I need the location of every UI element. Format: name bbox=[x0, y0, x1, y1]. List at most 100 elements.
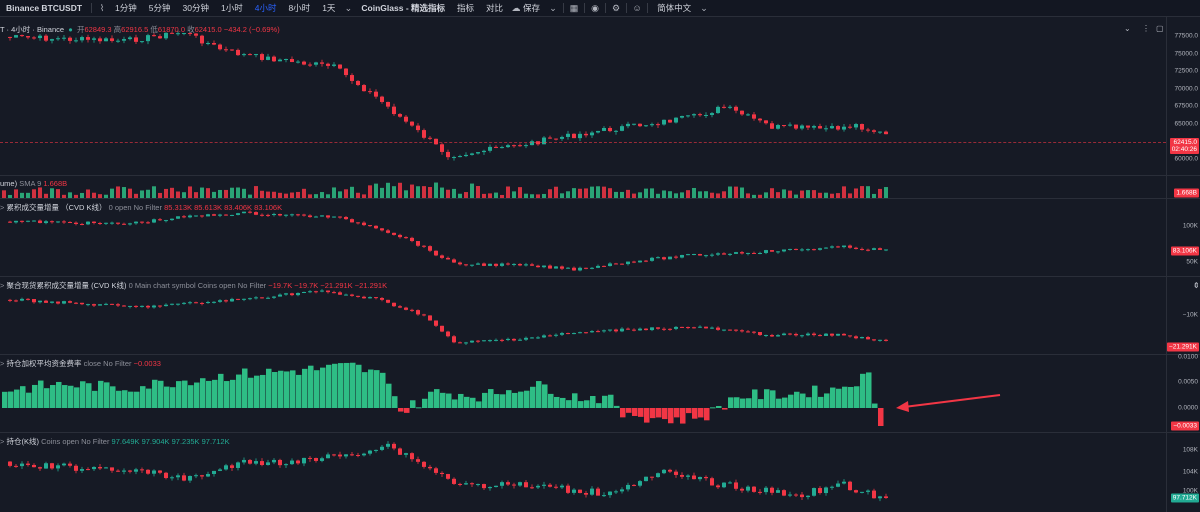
oi-candle bbox=[656, 473, 660, 478]
funding-bar bbox=[146, 388, 152, 408]
coinglass-indicators-button[interactable]: CoinGlass - 精选指标 bbox=[355, 0, 451, 16]
expand-arrow-icon[interactable]: > bbox=[0, 203, 4, 212]
cvd-candle bbox=[584, 267, 588, 269]
spot-cvd-candle bbox=[566, 333, 570, 335]
cvd-candle bbox=[734, 252, 738, 254]
spot-cvd-candle bbox=[782, 333, 786, 336]
spot-cvd-params: 0 Main chart symbol Coins open No Filter bbox=[128, 281, 267, 290]
language-select[interactable]: 简体中文 bbox=[651, 0, 697, 16]
user-icon[interactable]: ☺ bbox=[630, 0, 644, 16]
interval-5m[interactable]: 5分钟 bbox=[143, 0, 177, 16]
spot-cvd-candle bbox=[704, 326, 708, 329]
chevron-down-icon[interactable]: ⌄ bbox=[546, 0, 560, 16]
price-candle bbox=[854, 124, 858, 128]
oi-candle bbox=[80, 469, 84, 471]
interval-8h[interactable]: 8小时 bbox=[282, 0, 316, 16]
layout-grid-icon[interactable]: ▦ bbox=[567, 0, 581, 16]
volume-bar bbox=[32, 189, 36, 198]
funding-bar bbox=[752, 389, 758, 408]
price-candle bbox=[266, 56, 270, 60]
oi-candle bbox=[770, 487, 774, 493]
volume-bar bbox=[392, 186, 396, 198]
compare-button[interactable]: 对比 bbox=[480, 0, 509, 16]
price-candle bbox=[740, 110, 744, 115]
funding-title: 持仓加权平均资金费率 bbox=[6, 359, 82, 368]
oi-candle bbox=[722, 482, 726, 488]
price-chart-pane[interactable] bbox=[0, 17, 1166, 175]
funding-bar bbox=[596, 403, 602, 408]
price-candle bbox=[146, 35, 150, 42]
interval-30m[interactable]: 30分钟 bbox=[177, 0, 215, 16]
price-candle bbox=[200, 35, 204, 44]
cvd-candle bbox=[488, 263, 492, 266]
spot-cvd-candle bbox=[170, 303, 174, 305]
cvd-candle bbox=[92, 221, 96, 224]
spot-cvd-candle bbox=[92, 304, 96, 306]
oi-candle bbox=[884, 496, 888, 499]
price-candle bbox=[728, 106, 732, 108]
cvd-candle bbox=[770, 250, 774, 252]
cvd-candle bbox=[386, 230, 390, 233]
cvd-candle bbox=[842, 245, 846, 248]
collapse-chevron-icon[interactable]: ⌄ bbox=[1124, 24, 1131, 33]
price-candle bbox=[632, 123, 636, 125]
price-tick: 60000.0 bbox=[1174, 155, 1199, 163]
volume-bar bbox=[428, 186, 432, 198]
oi-candle bbox=[686, 475, 690, 477]
cvd-candle bbox=[230, 214, 234, 216]
funding-bar bbox=[422, 398, 428, 408]
maximize-icon[interactable]: ▢ bbox=[1156, 24, 1164, 33]
funding-bar bbox=[308, 365, 314, 408]
expand-arrow-icon[interactable]: > bbox=[0, 437, 4, 446]
volume-bar bbox=[128, 188, 132, 198]
cvd-candle bbox=[686, 254, 690, 256]
spot-cvd-candle bbox=[416, 310, 420, 315]
oi-candle bbox=[212, 470, 216, 474]
cvd-candle bbox=[764, 250, 768, 253]
price-candle bbox=[350, 75, 354, 81]
price-candle bbox=[224, 49, 228, 51]
price-candle bbox=[158, 36, 162, 39]
chevron-down-icon[interactable]: ⌄ bbox=[341, 0, 355, 16]
price-axis[interactable]: 77500.0 75000.0 72500.0 70000.0 67500.0 … bbox=[1166, 17, 1200, 175]
price-candle bbox=[614, 130, 618, 132]
price-candle bbox=[560, 136, 564, 139]
interval-1m[interactable]: 1分钟 bbox=[109, 0, 143, 16]
cloud-save-icon[interactable]: ☁ bbox=[509, 0, 523, 16]
funding-bar bbox=[524, 390, 530, 408]
settings-gear-icon[interactable]: ⚙ bbox=[609, 0, 623, 16]
oi-candle bbox=[446, 474, 450, 479]
funding-bar bbox=[68, 385, 74, 408]
spot-cvd-candle bbox=[662, 328, 666, 330]
oi-candle bbox=[836, 483, 840, 487]
interval-4h[interactable]: 4小时 bbox=[249, 0, 283, 16]
chevron-down-icon[interactable]: ⌄ bbox=[697, 0, 711, 16]
symbol-search-button[interactable]: Binance BTCUSDT bbox=[0, 0, 88, 16]
expand-arrow-icon[interactable]: > bbox=[0, 359, 4, 368]
indicators-button[interactable]: 指标 bbox=[451, 0, 480, 16]
expand-arrow-icon[interactable]: > bbox=[0, 281, 4, 290]
oi-candle bbox=[566, 485, 570, 493]
more-dots-icon[interactable]: ⋮ bbox=[1142, 24, 1150, 33]
compare-candles-icon[interactable]: ⌇ bbox=[95, 0, 109, 16]
oi-candle bbox=[668, 469, 672, 472]
spot-cvd-candle bbox=[590, 331, 594, 333]
interval-1h[interactable]: 1小时 bbox=[215, 0, 249, 16]
oi-candle bbox=[422, 461, 426, 467]
volume-pane[interactable] bbox=[0, 176, 1166, 198]
scroll-handle-icon[interactable]: ⇕ bbox=[1193, 281, 1200, 290]
spot-cvd-candle bbox=[392, 302, 396, 307]
cvd-candle bbox=[392, 232, 396, 235]
funding-bar bbox=[104, 382, 110, 408]
oi-candle bbox=[650, 476, 654, 478]
interval-1d[interactable]: 1天 bbox=[316, 0, 341, 16]
price-candle bbox=[656, 124, 660, 126]
camera-icon[interactable]: ◉ bbox=[588, 0, 602, 16]
cvd-candle bbox=[200, 215, 204, 217]
spot-cvd-candle bbox=[422, 314, 426, 316]
save-button[interactable]: 保存 bbox=[523, 0, 546, 16]
price-candle bbox=[440, 144, 444, 152]
spot-cvd-candle bbox=[230, 298, 234, 302]
oi-candle bbox=[530, 487, 534, 489]
price-candles[interactable] bbox=[0, 17, 1166, 175]
